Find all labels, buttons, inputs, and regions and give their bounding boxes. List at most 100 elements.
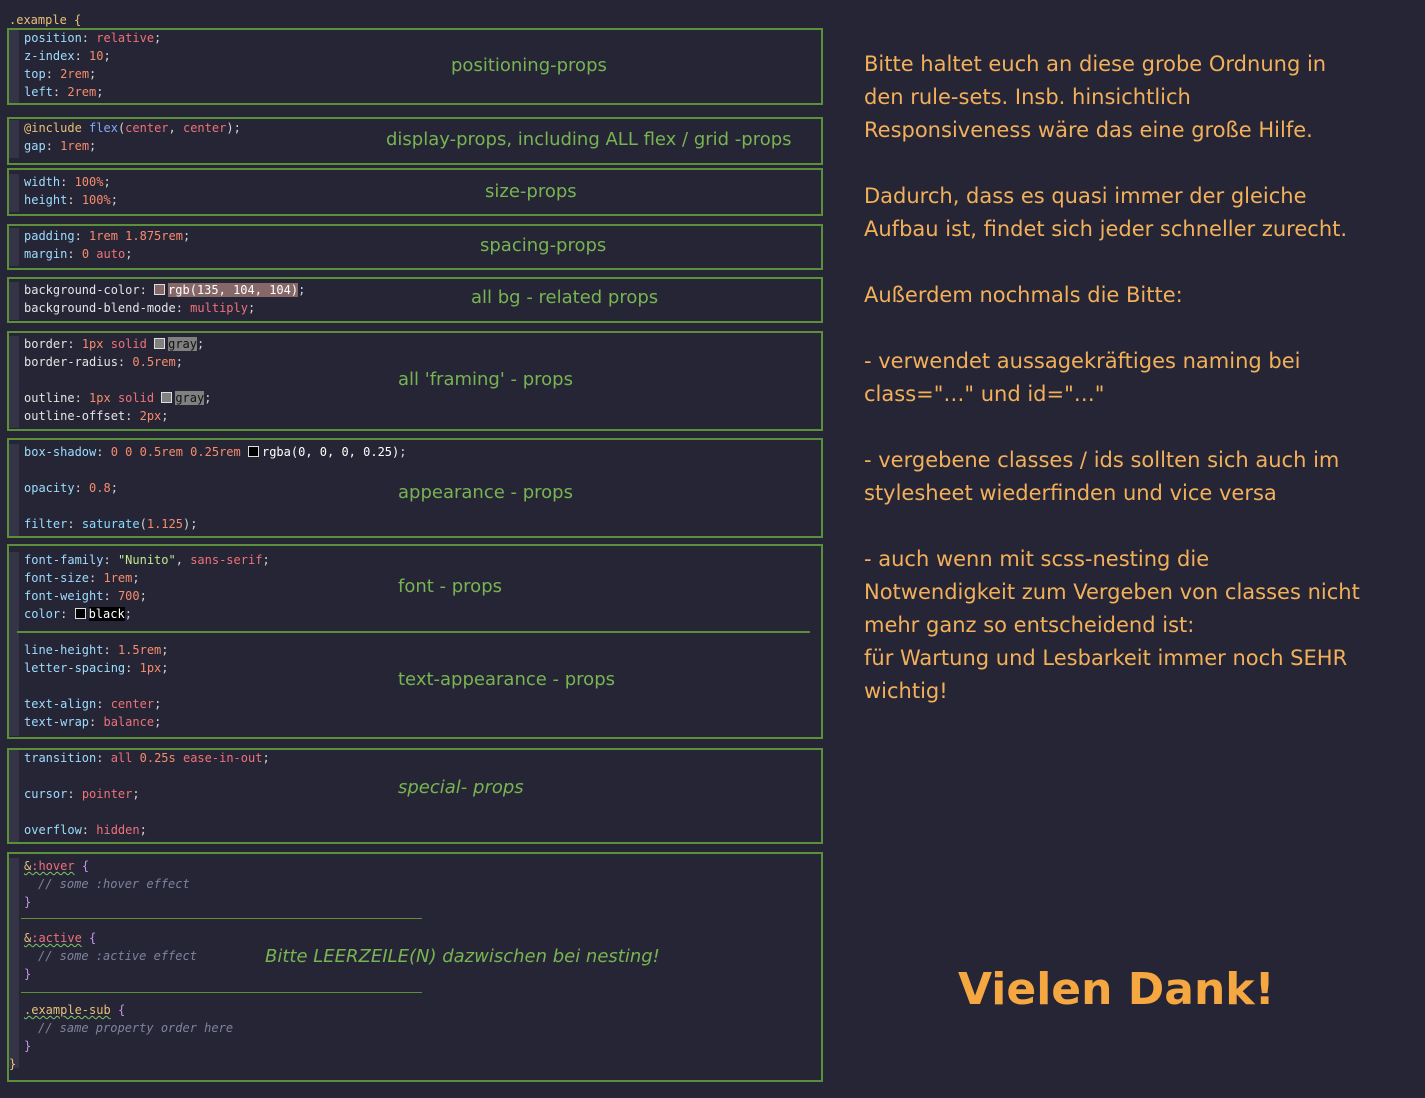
code-line-text-wrap: text-wrap: balance; xyxy=(24,715,162,729)
selector-line: .example { xyxy=(9,11,81,29)
note-paragraph: - vergebene classes / ids sollten sich a… xyxy=(864,448,1340,505)
value: 0.5rem xyxy=(132,355,176,369)
value: 0.25s xyxy=(139,751,176,765)
value: hidden xyxy=(96,823,140,837)
property: border xyxy=(24,337,68,351)
property: transition xyxy=(24,751,97,765)
value: auto xyxy=(96,247,126,261)
value: 100% xyxy=(74,175,104,189)
code-line-zindex: z-index: 10; xyxy=(24,49,111,63)
color-swatch-icon[interactable] xyxy=(154,284,166,295)
code-line-opacity: opacity: 0.8; xyxy=(24,481,118,495)
code-line-radius: border-radius: 0.5rem; xyxy=(24,355,183,369)
value: solid xyxy=(117,391,155,405)
nesting-selector: .example-sub xyxy=(24,1003,111,1017)
property: filter xyxy=(24,517,68,531)
code-line-outline-offset: outline-offset: 2px; xyxy=(24,409,169,423)
value: 1rem xyxy=(103,571,133,585)
property: line-height xyxy=(24,643,104,657)
nesting-divider xyxy=(21,992,422,993)
code-line-sub-close: } xyxy=(24,1039,32,1053)
value: center xyxy=(182,121,227,135)
label-framing: all 'framing' - props xyxy=(398,369,573,390)
color-swatch-icon[interactable] xyxy=(74,608,86,619)
code-line-cursor: cursor: pointer; xyxy=(24,787,140,801)
value: 2rem xyxy=(60,67,90,81)
code-line-overflow: overflow: hidden; xyxy=(24,823,147,837)
property: padding xyxy=(24,229,75,243)
property: top xyxy=(24,67,46,81)
code-line-top: top: 2rem; xyxy=(24,67,97,81)
code-line-margin: margin: 0 auto; xyxy=(24,247,133,261)
group-box-size xyxy=(7,168,823,216)
comment: // some :hover effect xyxy=(38,877,190,891)
property: font-weight xyxy=(24,589,104,603)
code-line-active: &:active { xyxy=(24,931,97,945)
property: text-wrap xyxy=(24,715,90,729)
label-font: font - props xyxy=(398,576,503,597)
property: outline xyxy=(24,391,75,405)
property: font-size xyxy=(24,571,90,585)
property: height xyxy=(24,193,68,207)
code-line-font-weight: font-weight: 700; xyxy=(24,589,147,603)
value: 0.8 xyxy=(89,481,111,495)
code-line-line-height: line-height: 1.5rem; xyxy=(24,643,169,657)
value: relative xyxy=(96,31,155,45)
code-line-sub: .example-sub { xyxy=(24,1003,126,1017)
keyword: @include xyxy=(24,121,82,135)
value: ease-in-out xyxy=(182,751,263,765)
label-size: size-props xyxy=(485,181,577,202)
label-bg: all bg - related props xyxy=(471,287,659,308)
code-line-text-align: text-align: center; xyxy=(24,697,162,711)
note-paragraph: für Wartung und Lesbarkeit immer noch SE… xyxy=(864,646,1348,703)
note-paragraph: - auch wenn mit scss-nesting die Notwend… xyxy=(864,547,1360,637)
value: sans-serif xyxy=(190,553,263,567)
label-nesting: Bitte LEERZEILE(N) dazwischen bei nestin… xyxy=(265,946,660,967)
value: black xyxy=(88,607,125,621)
comment: // some :active effect xyxy=(38,949,197,963)
label-display: display-props, including ALL flex / grid… xyxy=(386,129,792,150)
property: letter-spacing xyxy=(24,661,126,675)
property: text-align xyxy=(24,697,97,711)
label-appearance: appearance - props xyxy=(398,482,573,503)
color-swatch-icon[interactable] xyxy=(154,338,166,349)
code-line-font-family: font-family: "Nunito", sans-serif; xyxy=(24,553,270,567)
value: all xyxy=(110,751,133,765)
note-paragraph: Außerdem nochmals die Bitte: xyxy=(864,283,1183,307)
property: color xyxy=(24,607,61,621)
property: border-radius xyxy=(24,355,118,369)
color-swatch-icon[interactable] xyxy=(247,446,259,457)
code-line-width: width: 100%; xyxy=(24,175,111,189)
function: saturate xyxy=(81,517,140,531)
code-line-gap: gap: 1rem; xyxy=(24,139,97,153)
property: width xyxy=(24,175,61,189)
code-line-color: color: black; xyxy=(24,607,132,621)
thanks-heading: Vielen Dank! xyxy=(958,964,1275,1015)
code-line-include: @include flex(center, center); xyxy=(24,121,241,135)
value: 0 0 0.5rem 0.25rem xyxy=(110,445,241,459)
code-line-sub-comment: // same property order here xyxy=(38,1019,233,1037)
property: cursor xyxy=(24,787,68,801)
closing-brace: } xyxy=(9,1057,17,1071)
value: multiply xyxy=(190,301,248,315)
value: 2px xyxy=(139,409,162,423)
comment: // same property order here xyxy=(38,1021,234,1035)
color-swatch-icon[interactable] xyxy=(161,392,173,403)
note-paragraph: Bitte haltet euch an diese grobe Ordnung… xyxy=(864,52,1327,142)
nesting-selector: &:active xyxy=(24,931,82,945)
code-line-active-comment: // some :active effect xyxy=(38,947,197,965)
value: 1.125 xyxy=(146,517,183,531)
value: 1rem xyxy=(60,139,90,153)
code-line-position: position: relative; xyxy=(24,31,162,45)
property: font-family xyxy=(24,553,104,567)
value: gray xyxy=(175,391,205,405)
label-special: special- props xyxy=(398,777,524,798)
value: 2rem xyxy=(67,85,97,99)
nesting-divider xyxy=(21,918,422,919)
property: margin xyxy=(24,247,68,261)
code-line-shadow: box-shadow: 0 0 0.5rem 0.25rem rgba(0, 0… xyxy=(24,445,407,459)
value: rgb(135, 104, 104) xyxy=(168,283,299,297)
code-line-hover-comment: // some :hover effect xyxy=(38,875,190,893)
property: gap xyxy=(24,139,46,153)
value: solid xyxy=(110,337,147,351)
